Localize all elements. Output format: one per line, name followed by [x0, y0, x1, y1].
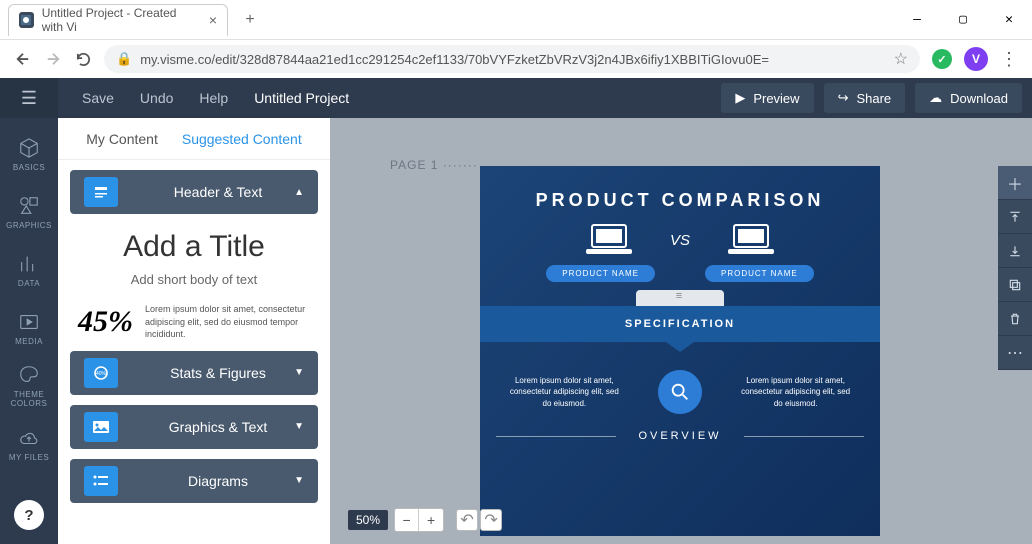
doc-title: PRODUCT COMPARISON	[480, 166, 880, 211]
vs-label: VS	[670, 232, 690, 249]
add-page-button[interactable]: ＋	[998, 166, 1032, 200]
stats-icon: 40%	[84, 358, 118, 388]
product-a-name: PRODUCT NAME	[546, 265, 655, 282]
cloud-download-icon: ☁	[929, 90, 942, 106]
laptop-icon	[584, 223, 634, 257]
menu-save[interactable]: Save	[82, 90, 114, 106]
duplicate-button[interactable]	[998, 268, 1032, 302]
rail-my-files[interactable]: MY FILES	[0, 418, 58, 470]
close-window-button[interactable]: ✕	[986, 0, 1032, 40]
svg-text:40%: 40%	[96, 371, 107, 377]
diagrams-icon	[84, 466, 118, 496]
graphics-text-icon	[84, 412, 118, 442]
magnify-icon	[658, 370, 702, 414]
profile-avatar[interactable]: V	[964, 47, 988, 71]
tab-my-content[interactable]: My Content	[86, 131, 158, 147]
preview-title: Add a Title	[78, 230, 310, 264]
redo-button[interactable]: ↷	[480, 509, 502, 531]
bookmark-icon[interactable]: ☆	[894, 49, 908, 69]
left-rail: BASICS GRAPHICS DATA MEDIA THEME COLORS …	[0, 118, 58, 544]
address-field[interactable]: 🔒 my.visme.co/edit/328d87844aa21ed1cc291…	[104, 45, 920, 73]
lorem-right: Lorem ipsum dolor sit amet, consectetur …	[741, 375, 851, 409]
project-title[interactable]: Untitled Project	[254, 90, 349, 106]
template-preview-title[interactable]: Add a Title Add short body of text	[70, 224, 318, 293]
lock-icon: 🔒	[116, 51, 132, 67]
stat-percent: 45%	[78, 305, 133, 339]
product-b-name: PRODUCT NAME	[705, 265, 814, 282]
favicon	[19, 12, 34, 28]
menu-help[interactable]: Help	[199, 90, 228, 106]
laptop-icon	[726, 223, 776, 257]
minimize-button[interactable]: —	[894, 0, 940, 40]
page-tools: ＋ ⋯	[998, 166, 1032, 370]
move-down-button[interactable]	[998, 234, 1032, 268]
rail-data[interactable]: DATA	[0, 244, 58, 296]
reload-button[interactable]	[74, 50, 92, 68]
new-tab-button[interactable]: +	[236, 6, 264, 34]
maximize-button[interactable]: ▢	[940, 0, 986, 40]
chevron-down-icon: ▼	[294, 421, 304, 432]
browser-tabs-bar: Untitled Project - Created with Vi × + —…	[0, 0, 1032, 40]
specification-banner: SPECIFICATION	[480, 306, 880, 342]
preview-button[interactable]: ▶Preview	[721, 83, 813, 113]
help-button[interactable]: ?	[14, 500, 44, 530]
header-text-icon	[84, 177, 118, 207]
window-controls: — ▢ ✕	[894, 0, 1032, 40]
category-header-text[interactable]: Header & Text ▲	[70, 170, 318, 214]
zoom-in-button[interactable]: +	[419, 509, 443, 531]
page-label: PAGE 1 ·······	[390, 158, 478, 172]
back-button[interactable]	[14, 50, 32, 68]
delete-button[interactable]	[998, 302, 1032, 336]
url-text: my.visme.co/edit/328d87844aa21ed1cc29125…	[140, 52, 769, 67]
move-up-button[interactable]	[998, 200, 1032, 234]
menu-undo[interactable]: Undo	[140, 90, 173, 106]
chevron-down-icon: ▼	[294, 475, 304, 486]
canvas[interactable]: PAGE 1 ······· PRODUCT COMPARISON VS PRO…	[330, 118, 1032, 544]
tab-suggested-content[interactable]: Suggested Content	[182, 131, 302, 147]
zoom-out-button[interactable]: −	[395, 509, 419, 531]
category-graphics-text[interactable]: Graphics & Text ▼	[70, 405, 318, 449]
zoom-controls: 50% − + ↶ ↷	[348, 508, 502, 532]
play-icon: ▶	[735, 90, 745, 106]
category-diagrams[interactable]: Diagrams ▼	[70, 459, 318, 503]
browser-tab[interactable]: Untitled Project - Created with Vi ×	[8, 4, 228, 36]
more-button[interactable]: ⋯	[998, 336, 1032, 370]
share-icon: ↪	[838, 90, 849, 106]
overview-label: OVERVIEW	[480, 430, 880, 442]
stat-text: Lorem ipsum dolor sit amet, consectetur …	[145, 303, 310, 341]
close-tab-icon[interactable]: ×	[209, 12, 217, 28]
download-button[interactable]: ☁Download	[915, 83, 1022, 113]
app-toolbar: ☰ Save Undo Help Untitled Project ▶Previ…	[0, 78, 1032, 118]
document-page[interactable]: PRODUCT COMPARISON VS PRODUCT NAME PRODU…	[480, 166, 880, 536]
lorem-left: Lorem ipsum dolor sit amet, consectetur …	[509, 375, 619, 409]
undo-button[interactable]: ↶	[456, 509, 478, 531]
chevron-down-icon: ▼	[294, 367, 304, 378]
template-preview-stat[interactable]: 45% Lorem ipsum dolor sit amet, consecte…	[70, 303, 318, 341]
forward-button[interactable]	[44, 50, 62, 68]
rail-media[interactable]: MEDIA	[0, 302, 58, 354]
url-bar: 🔒 my.visme.co/edit/328d87844aa21ed1cc291…	[0, 40, 1032, 78]
tab-title: Untitled Project - Created with Vi	[42, 6, 201, 34]
rail-theme-colors[interactable]: THEME COLORS	[0, 360, 58, 412]
rail-basics[interactable]: BASICS	[0, 128, 58, 180]
share-button[interactable]: ↪Share	[824, 83, 906, 113]
category-stats-figures[interactable]: 40% Stats & Figures ▼	[70, 351, 318, 395]
chevron-up-icon: ▲	[294, 187, 304, 198]
drag-handle-icon	[636, 290, 724, 306]
hamburger-menu[interactable]: ☰	[0, 78, 58, 118]
browser-menu-icon[interactable]: ⋮	[1000, 49, 1018, 70]
preview-subtitle: Add short body of text	[78, 272, 310, 287]
extension-badge[interactable]: ✓	[932, 49, 952, 69]
rail-graphics[interactable]: GRAPHICS	[0, 186, 58, 238]
content-panel: My Content Suggested Content Header & Te…	[58, 118, 330, 544]
zoom-level[interactable]: 50%	[348, 510, 388, 530]
